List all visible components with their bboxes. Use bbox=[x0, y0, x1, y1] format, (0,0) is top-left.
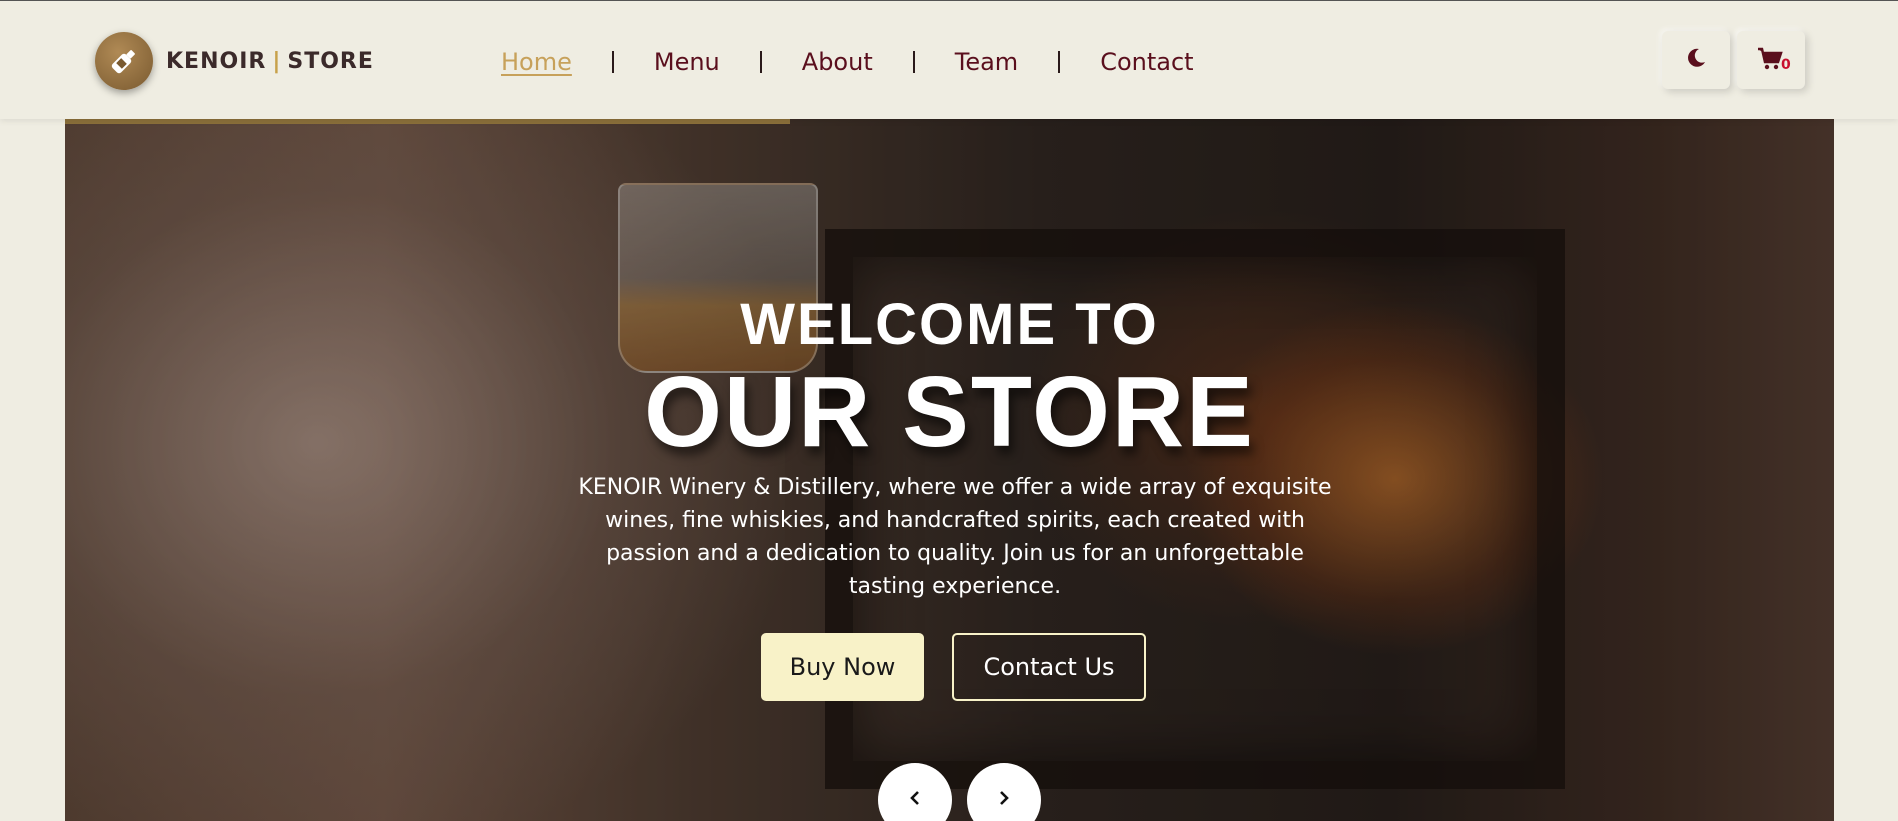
brand-separator: | bbox=[272, 48, 282, 74]
nav-team[interactable]: Team bbox=[955, 48, 1018, 76]
nav-menu[interactable]: Menu bbox=[654, 48, 720, 76]
nav-divider bbox=[759, 51, 762, 73]
cart-button[interactable]: 0 bbox=[1737, 31, 1805, 89]
brand-name: KENOIR | STORE bbox=[166, 49, 374, 74]
main-nav: Home Menu About Team Contact bbox=[501, 42, 1194, 82]
nav-divider bbox=[1058, 51, 1061, 73]
hero-title-line2: OUR STORE bbox=[644, 356, 1255, 468]
nav-about[interactable]: About bbox=[802, 48, 873, 76]
nav-contact[interactable]: Contact bbox=[1100, 48, 1193, 76]
brand[interactable]: KENOIR | STORE bbox=[95, 31, 374, 91]
chevron-left-icon bbox=[908, 790, 922, 810]
slider-next-button[interactable] bbox=[967, 763, 1041, 821]
brand-name-left: KENOIR bbox=[166, 48, 267, 74]
theme-toggle-button[interactable] bbox=[1662, 31, 1730, 89]
hero-title-line1: WELCOME TO bbox=[740, 292, 1159, 357]
contact-us-button[interactable]: Contact Us bbox=[952, 633, 1146, 701]
nav-divider bbox=[611, 51, 614, 73]
slider-progress-bar bbox=[65, 119, 790, 124]
nav-divider bbox=[912, 51, 915, 73]
buy-now-button[interactable]: Buy Now bbox=[761, 633, 924, 701]
hero-content: WELCOME TO OUR STORE KENOIR Winery & Dis… bbox=[65, 119, 1834, 821]
chevron-right-icon bbox=[997, 790, 1011, 810]
hero-description: KENOIR Winery & Distillery, where we off… bbox=[578, 475, 1332, 599]
hero-slider: WELCOME TO OUR STORE KENOIR Winery & Dis… bbox=[65, 119, 1834, 821]
cart-icon bbox=[1757, 47, 1783, 75]
moon-icon bbox=[1685, 47, 1707, 73]
site-header: KENOIR | STORE Home Menu About Team Contac… bbox=[0, 1, 1898, 119]
cart-count-badge: 0 bbox=[1781, 57, 1791, 73]
bottle-icon bbox=[95, 32, 153, 90]
brand-name-right: STORE bbox=[287, 48, 374, 74]
slider-prev-button[interactable] bbox=[878, 763, 952, 821]
nav-home[interactable]: Home bbox=[501, 48, 572, 76]
